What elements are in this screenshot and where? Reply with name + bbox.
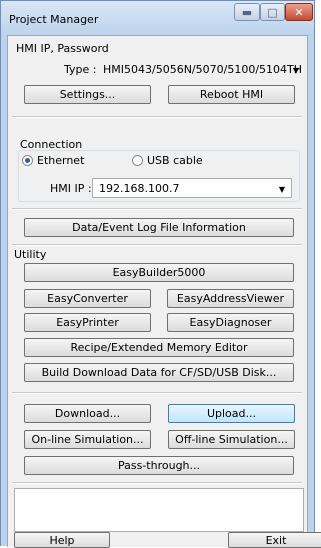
close-button[interactable]: ✕ [285,3,313,21]
recipe-editor-button[interactable]: Recipe/Extended Memory Editor [24,338,294,357]
easybuilder-button[interactable]: EasyBuilder5000 [24,263,294,282]
separator [12,482,302,484]
chevron-down-icon: ▼ [278,185,285,194]
data-event-log-button[interactable]: Data/Event Log File Information [24,218,294,237]
separator [12,208,302,210]
window-title: Project Manager [9,13,99,26]
hmi-ip-select[interactable]: 192.168.100.7 ▼ [92,178,292,198]
maximize-icon: □ [267,5,278,19]
minimize-icon: ▬ [241,5,253,19]
easyprinter-button[interactable]: EasyPrinter [24,313,151,332]
ethernet-label[interactable]: Ethernet [37,154,84,167]
separator [12,116,302,118]
download-button[interactable]: Download... [24,404,151,423]
hmi-ip-heading: HMI IP, Password [16,42,109,55]
minimize-button[interactable]: ▬ [234,3,260,21]
ethernet-radio[interactable] [22,155,33,166]
title-bar[interactable]: Project Manager ▬ □ ✕ [1,1,314,35]
maximize-button[interactable]: □ [260,3,285,21]
separator [12,244,302,246]
easydiagnoser-button[interactable]: EasyDiagnoser [167,313,294,332]
easyaddressviewer-button[interactable]: EasyAddressViewer [167,289,294,308]
upload-button[interactable]: Upload... [168,404,295,423]
close-icon: ✕ [294,5,304,19]
client-area: HMI IP, Password Type : HMI5043/5056N/50… [7,35,321,548]
radio-selected-dot [25,158,30,163]
message-box [14,488,304,532]
type-select[interactable]: HMI5043/5056N/5070/5100/5104TH ▼ [96,59,306,79]
build-download-data-button[interactable]: Build Download Data for CF/SD/USB Disk..… [24,363,294,382]
easyconverter-button[interactable]: EasyConverter [24,289,151,308]
utility-heading: Utility [14,248,47,261]
hmi-ip-value: 192.168.100.7 [99,181,180,195]
project-manager-window: Project Manager ▬ □ ✕ HMI IP, Password T… [0,0,321,548]
pass-through-button[interactable]: Pass-through... [24,456,294,475]
offline-simulation-button[interactable]: Off-line Simulation... [168,430,295,449]
type-label: Type : [64,63,97,76]
settings-button[interactable]: Settings... [24,85,151,104]
usb-cable-label[interactable]: USB cable [147,154,203,167]
reboot-hmi-button[interactable]: Reboot HMI [168,85,295,104]
type-value: HMI5043/5056N/5070/5100/5104TH [103,62,303,76]
hmi-ip-label: HMI IP : [50,182,92,195]
chevron-down-icon: ▼ [292,66,299,75]
separator [12,392,302,394]
usb-cable-radio[interactable] [132,155,143,166]
online-simulation-button[interactable]: On-line Simulation... [24,430,151,449]
